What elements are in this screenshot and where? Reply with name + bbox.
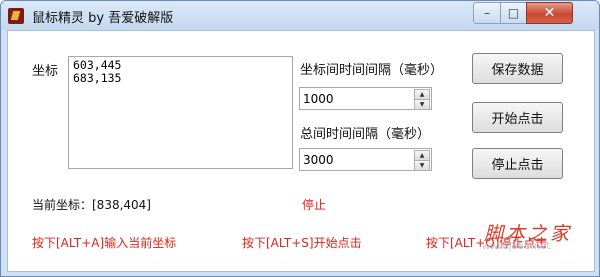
status-text: 停止 <box>302 198 327 212</box>
app-window: 鼠标精灵 by 吾爱破解版 – □ ✕ 坐标 603,445 683,135 坐… <box>0 0 600 277</box>
up-arrow-icon: ▲ <box>419 152 425 159</box>
close-button[interactable]: ✕ <box>526 2 573 24</box>
coords-label: 坐标 <box>32 64 59 79</box>
down-arrow-icon: ▼ <box>419 101 425 108</box>
down-arrow-icon: ▼ <box>419 162 425 169</box>
start-click-button[interactable]: 开始点击 <box>472 102 563 133</box>
minimize-icon: – <box>484 6 490 20</box>
interval-down-button[interactable]: ▼ <box>414 99 430 110</box>
title-bar[interactable]: 鼠标精灵 by 吾爱破解版 – □ ✕ <box>1 1 599 30</box>
app-icon <box>8 8 24 24</box>
stop-click-button[interactable]: 停止点击 <box>472 148 563 179</box>
close-icon: ✕ <box>543 5 556 21</box>
maximize-button[interactable]: □ <box>500 2 527 24</box>
watermark-url: www.jb51.net <box>482 241 551 252</box>
minimize-button[interactable]: – <box>473 2 501 24</box>
hint-start: 按下[ALT+S]开始点击 <box>242 236 362 250</box>
interval-input[interactable] <box>300 88 407 109</box>
total-input[interactable] <box>300 149 407 170</box>
save-data-button[interactable]: 保存数据 <box>472 53 563 84</box>
interval-label: 坐标间时间间隔（毫秒） <box>300 63 444 78</box>
current-coord-label: 当前坐标：[838,404] <box>32 198 151 212</box>
total-label: 总间时间间隔（毫秒） <box>300 127 431 142</box>
maximize-icon: □ <box>507 6 520 20</box>
coord-line: 683,135 <box>73 71 122 85</box>
window-title: 鼠标精灵 by 吾爱破解版 <box>32 11 174 26</box>
total-down-button[interactable]: ▼ <box>414 160 430 171</box>
hint-input-coord: 按下[ALT+A]输入当前坐标 <box>32 236 177 250</box>
coords-textarea[interactable]: 603,445 683,135 <box>68 56 293 169</box>
interval-spinbox[interactable]: ▲ ▼ <box>299 87 432 110</box>
total-spinbox[interactable]: ▲ ▼ <box>299 148 432 171</box>
up-arrow-icon: ▲ <box>419 91 425 98</box>
client-area: 坐标 603,445 683,135 坐标间时间间隔（毫秒） ▲ ▼ 总间时间间… <box>7 30 595 272</box>
